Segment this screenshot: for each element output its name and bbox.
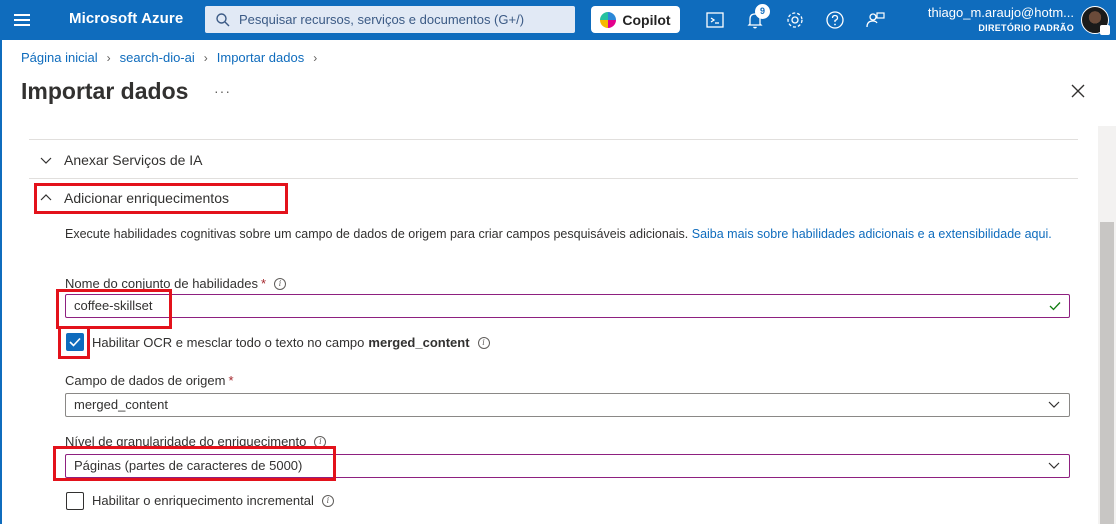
left-edge — [0, 40, 2, 524]
checkmark-icon — [1049, 302, 1061, 311]
help-icon[interactable] — [824, 9, 846, 31]
divider — [29, 139, 1078, 140]
lock-icon — [1100, 25, 1110, 35]
divider — [29, 178, 1078, 179]
required-mark: * — [260, 276, 267, 291]
source-field-value: merged_content — [74, 397, 168, 412]
gear-icon[interactable] — [784, 9, 806, 31]
description-text: Execute habilidades cognitivas sobre um … — [65, 227, 692, 241]
required-mark: * — [228, 373, 234, 388]
highlight-box — [34, 183, 288, 214]
chevron-right-icon: › — [203, 50, 208, 65]
highlight-box — [58, 326, 90, 359]
incremental-label-text: Habilitar o enriquecimento incremental — [92, 493, 314, 508]
cloud-shell-icon[interactable] — [704, 9, 726, 31]
incremental-label: Habilitar o enriquecimento incremental i — [92, 493, 334, 508]
chevron-right-icon: › — [106, 50, 111, 65]
ocr-field-name: merged_content — [368, 335, 470, 350]
feedback-icon[interactable] — [864, 9, 886, 31]
user-name: thiago_m.araujo@hotm... — [927, 5, 1074, 20]
avatar[interactable] — [1081, 6, 1110, 35]
copilot-icon — [600, 11, 617, 28]
incremental-checkbox[interactable] — [66, 492, 84, 510]
copilot-button[interactable]: Copilot — [591, 6, 680, 33]
top-bar: Microsoft Azure Pesquisar recursos, serv… — [0, 0, 1116, 40]
section-attach-ai-label: Anexar Serviços de IA — [64, 152, 203, 168]
chevron-down-icon — [40, 157, 52, 164]
chevron-down-icon — [1048, 462, 1060, 469]
chevron-right-icon: › — [313, 50, 318, 65]
search-placeholder: Pesquisar recursos, serviços e documento… — [239, 12, 525, 27]
source-field-label: Campo de dados de origem * — [65, 373, 234, 388]
breadcrumb-import[interactable]: Importar dados — [217, 50, 304, 65]
section-attach-ai[interactable]: Anexar Serviços de IA — [40, 152, 203, 168]
chevron-down-icon — [1048, 401, 1060, 408]
source-field-select[interactable]: merged_content — [65, 393, 1070, 417]
highlight-box — [53, 446, 336, 481]
skillset-name-input[interactable]: coffee-skillset — [65, 294, 1070, 318]
search-icon — [216, 12, 230, 26]
close-icon[interactable] — [1070, 83, 1086, 99]
info-icon[interactable]: i — [477, 336, 490, 349]
breadcrumb-service[interactable]: search-dio-ai — [120, 50, 195, 65]
info-icon[interactable]: i — [274, 277, 287, 290]
breadcrumb-home[interactable]: Página inicial — [21, 50, 98, 65]
directory-label: DIRETÓRIO PADRÃO — [978, 23, 1074, 33]
learn-more-link[interactable]: Saiba mais sobre habilidades adicionais … — [692, 227, 1052, 241]
copilot-label: Copilot — [622, 11, 671, 28]
highlight-box — [56, 289, 172, 329]
hamburger-menu-icon[interactable] — [14, 11, 34, 29]
brand-title[interactable]: Microsoft Azure — [69, 10, 183, 27]
user-account[interactable]: thiago_m.araujo@hotm... DIRETÓRIO PADRÃO — [928, 5, 1074, 33]
page-title: Importar dados — [21, 78, 189, 104]
more-options-button[interactable]: ··· — [214, 83, 231, 99]
ocr-label: Habilitar OCR e mesclar todo o texto no … — [92, 335, 490, 350]
search-input[interactable]: Pesquisar recursos, serviços e documento… — [205, 6, 575, 33]
enrichment-description: Execute habilidades cognitivas sobre um … — [65, 226, 1065, 243]
info-icon[interactable]: i — [321, 494, 334, 507]
breadcrumb: Página inicial › search-dio-ai › Importa… — [21, 50, 326, 65]
ocr-label-text: Habilitar OCR e mesclar todo o texto no … — [92, 335, 365, 350]
scrollbar-thumb[interactable] — [1100, 222, 1114, 524]
source-field-label-text: Campo de dados de origem — [65, 373, 226, 388]
notifications-badge: 9 — [755, 4, 770, 19]
